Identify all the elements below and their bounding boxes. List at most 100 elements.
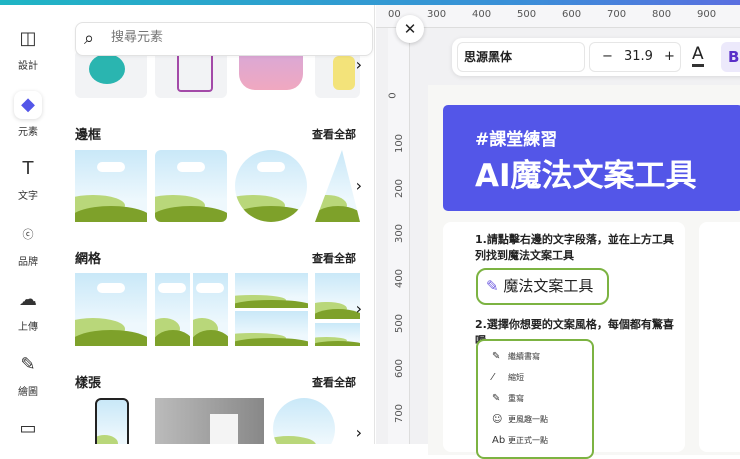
magic-button-label: 魔法文案工具 <box>503 277 594 295</box>
font-family-select[interactable]: 思源黑体 <box>457 42 585 72</box>
menu-item-label: 縮短 <box>508 373 524 382</box>
menu-item: ✎ 重寫 <box>492 393 524 404</box>
frame-circle[interactable] <box>235 150 307 222</box>
brand-icon: ⓒ <box>22 228 34 241</box>
section-title-frames: 邊框 <box>75 128 102 143</box>
grid-two-row[interactable] <box>235 311 308 346</box>
sidebar-item-text[interactable]: T 文字 <box>0 155 56 202</box>
ruler-label: 600 <box>562 9 582 20</box>
grid-more[interactable] <box>315 323 360 346</box>
ruler-label: 100 <box>394 133 406 154</box>
decrease-size-button[interactable]: − <box>602 43 613 71</box>
title-banner[interactable]: #課堂練習 AI魔法文案工具 <box>443 105 740 211</box>
ruler-label: 300 <box>427 9 447 20</box>
layout-icon: ◫ <box>19 28 37 49</box>
draw-icon: ✎ <box>20 354 36 375</box>
menu-item: Ab 更正式一點 <box>492 435 548 446</box>
chevron-right-icon[interactable]: › <box>356 299 362 318</box>
elements-panel: ⌕ › 邊框 查看全部 › 網格 查看全部 › 樣張 查看全部 › <box>60 5 375 444</box>
ruler-label: 400 <box>472 9 492 20</box>
magic-write-menu-illustration: ✎ 繼續書寫 ⁄ 縮短 ✎ 重寫 ☺ 更風趣一點 Ab 更正式一點 <box>476 339 594 459</box>
tshirt-mockup[interactable] <box>155 398 264 444</box>
sticker-thumb[interactable] <box>155 50 227 98</box>
grid-single[interactable] <box>75 273 147 346</box>
ruler-label: 800 <box>652 9 672 20</box>
banner-title: AI魔法文案工具 <box>475 158 697 194</box>
section-title-mockups: 樣張 <box>75 376 102 391</box>
frame-square[interactable] <box>75 150 147 222</box>
sidebar-item-upload[interactable]: ☁ 上傳 <box>0 286 56 333</box>
ruler-label: 700 <box>394 403 406 424</box>
sticker-thumb[interactable] <box>75 50 147 98</box>
canvas-area[interactable]: 00 300 400 500 600 700 800 900 0 100 200… <box>376 5 740 459</box>
text-icon: T <box>22 158 34 179</box>
see-all-mockups-link[interactable]: 查看全部 <box>312 374 356 390</box>
section-title-grids: 網格 <box>75 252 102 267</box>
ruler-label: 600 <box>394 358 406 379</box>
chevron-right-icon[interactable]: › <box>356 423 362 442</box>
smiley-icon: ☺ <box>492 414 503 425</box>
grid-two-col[interactable] <box>193 273 228 346</box>
ruler-label: 200 <box>394 178 406 199</box>
menu-item-label: 更風趣一點 <box>508 415 548 424</box>
sidebar-item-design[interactable]: ◫ 設計 <box>0 25 56 72</box>
sticker-mockup[interactable] <box>273 398 335 444</box>
menu-item: ⁄ 縮短 <box>492 372 524 383</box>
font-size-stepper: − 31.9 + <box>589 42 681 72</box>
formal-icon: Ab <box>492 435 506 446</box>
close-panel-button[interactable]: ✕ <box>396 15 424 43</box>
shorten-icon: ⁄ <box>492 372 494 383</box>
banner-tag: #課堂練習 <box>475 130 558 150</box>
increase-size-button[interactable]: + <box>664 43 675 71</box>
frame-triangle[interactable] <box>315 150 360 222</box>
sidebar-item-draw[interactable]: ✎ 繪圖 <box>0 351 56 398</box>
close-icon: ✕ <box>403 20 417 38</box>
search-icon: ⌕ <box>84 28 95 49</box>
side-card[interactable] <box>699 222 740 452</box>
step-1-text: 1.請點擊右邊的文字段落，並在上方工具列找到魔法文案工具 <box>475 233 674 262</box>
rewrite-icon: ✎ <box>492 393 501 404</box>
see-all-frames-link[interactable]: 查看全部 <box>312 126 356 142</box>
ruler-label: 700 <box>607 9 627 20</box>
pen-icon: ✎ <box>492 351 501 362</box>
grid-two-row[interactable] <box>235 273 308 308</box>
text-toolbar: 思源黑体 − 31.9 + A B <box>452 38 740 76</box>
search-input[interactable] <box>111 29 361 44</box>
ruler-label: 500 <box>394 313 406 334</box>
sticker-thumb[interactable] <box>315 50 360 98</box>
sidebar-item-elements[interactable]: ◆ 元素 <box>0 91 56 138</box>
bold-button[interactable]: B <box>721 42 740 72</box>
font-size-input[interactable]: 31.9 <box>624 43 653 71</box>
vertical-ruler: 0 100 200 300 400 500 600 700 <box>388 28 410 444</box>
magic-write-button-illustration: ✎ 魔法文案工具 <box>476 268 609 305</box>
folder-icon: ▭ <box>19 418 37 439</box>
chevron-right-icon[interactable]: › <box>356 55 362 74</box>
grid-more[interactable] <box>315 273 360 319</box>
sticker-thumb[interactable] <box>235 50 307 98</box>
sidebar-item-brand[interactable]: ⓒ 品牌 <box>0 221 56 268</box>
horizontal-ruler: 00 300 400 500 600 700 800 900 <box>376 5 740 28</box>
menu-item-label: 重寫 <box>508 394 524 403</box>
shapes-icon: ◆ <box>14 91 42 119</box>
phone-mockup[interactable] <box>95 398 129 444</box>
upload-cloud-icon: ☁ <box>19 289 37 310</box>
ruler-label: 0 <box>387 92 399 99</box>
ruler-label: 400 <box>394 268 406 289</box>
magic-pen-icon: ✎ <box>486 277 504 295</box>
ruler-label: 00 <box>388 9 401 20</box>
menu-item: ☺ 更風趣一點 <box>492 414 548 425</box>
ruler-label: 300 <box>394 223 406 244</box>
menu-item-label: 繼續書寫 <box>508 352 540 361</box>
text-color-button[interactable]: A <box>692 44 704 67</box>
search-box[interactable]: ⌕ <box>75 22 373 56</box>
see-all-grids-link[interactable]: 查看全部 <box>312 250 356 266</box>
sidebar-item-projects[interactable]: ▭ <box>0 415 56 447</box>
ruler-label: 500 <box>517 9 537 20</box>
chevron-right-icon[interactable]: › <box>356 176 362 195</box>
frame-rounded[interactable] <box>155 150 227 222</box>
ruler-label: 900 <box>697 9 717 20</box>
menu-item: ✎ 繼續書寫 <box>492 351 540 362</box>
side-rail: ◫ 設計 ◆ 元素 T 文字 ⓒ 品牌 ☁ 上傳 ✎ 繪圖 ▭ <box>0 5 56 444</box>
instruction-card[interactable]: 1.請點擊右邊的文字段落，並在上方工具列找到魔法文案工具 ✎ 魔法文案工具 2.… <box>443 222 685 459</box>
grid-two-col[interactable] <box>155 273 190 346</box>
